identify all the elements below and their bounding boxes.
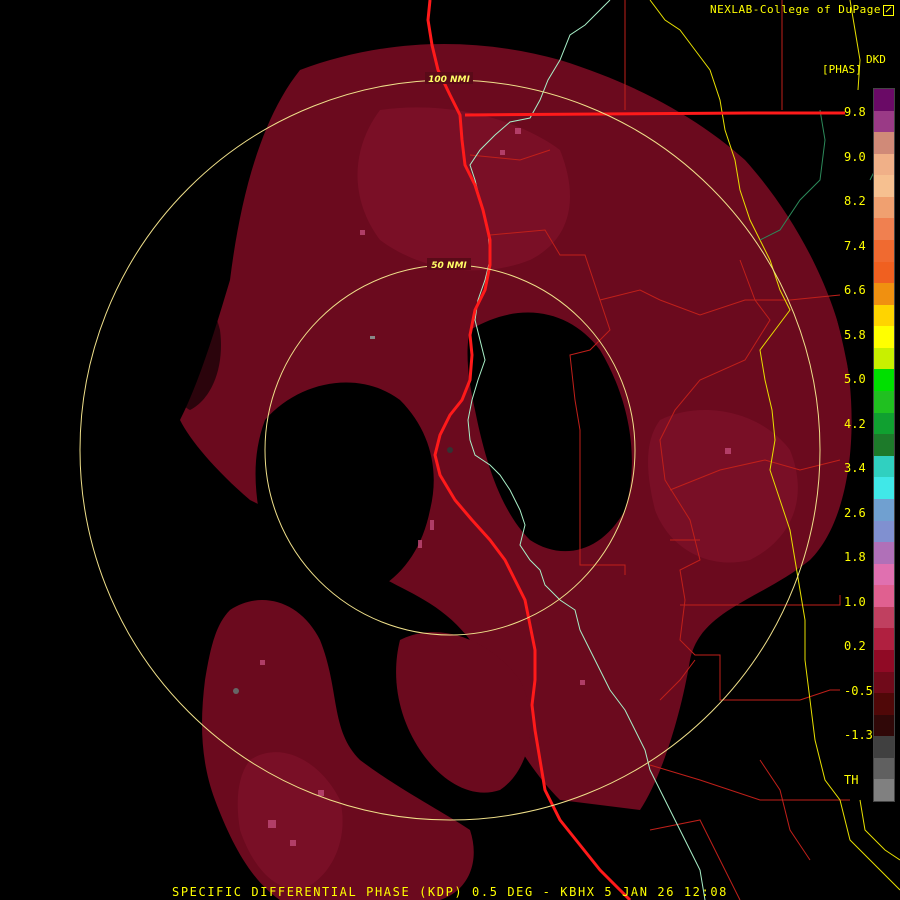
- color-scale-tick-label: 2.6: [844, 505, 866, 520]
- color-scale-segment: [874, 563, 894, 586]
- color-scale-segment: [874, 757, 894, 780]
- legend-unit: [PHAS]: [822, 63, 862, 76]
- color-scale-segment: [874, 498, 894, 521]
- credit-label: NEXLAB-College of DuPage: [710, 3, 894, 16]
- color-scale-segment: [874, 110, 894, 133]
- color-scale-tick-label: 3.4: [844, 461, 866, 475]
- color-scale-tick-label: 5.0: [844, 372, 866, 386]
- color-scale-segment: [874, 261, 894, 284]
- color-scale-segment: [874, 714, 894, 737]
- legend-product-code: DKD: [866, 53, 886, 66]
- color-scale-segment: [874, 153, 894, 176]
- color-scale-bar: [873, 88, 895, 802]
- color-scale-tick-label: 6.6: [844, 283, 866, 297]
- color-scale-segment: [874, 455, 894, 478]
- color-scale-segment: [874, 89, 894, 112]
- color-scale-segment: [874, 542, 894, 565]
- color-scale-tick-label: 7.4: [844, 238, 866, 253]
- color-scale-segment: [874, 304, 894, 327]
- color-scale-segment: [874, 606, 894, 629]
- color-scale-tick-label: 9.8: [844, 105, 866, 119]
- color-scale-tick-label: -0.5: [844, 683, 873, 698]
- color-scale-segment: [874, 779, 894, 802]
- color-scale-segment: [874, 520, 894, 543]
- color-scale-segment: [874, 240, 894, 263]
- range-ring-label-50: 50 NMI: [431, 261, 467, 271]
- color-scale-segment: [874, 196, 894, 219]
- color-scale-tick-label: -1.3: [844, 728, 873, 742]
- color-scale-segment: [874, 585, 894, 608]
- color-scale-segment: [874, 283, 894, 306]
- color-scale-segment: [874, 218, 894, 241]
- color-scale-segment: [874, 477, 894, 500]
- color-scale-tick-label: 0.2: [844, 639, 866, 653]
- color-scale-segment: [874, 671, 894, 694]
- color-scale-tick-label: 8.2: [844, 194, 866, 208]
- color-scale-segment: [874, 628, 894, 651]
- color-scale-segment: [874, 326, 894, 349]
- color-scale-tick-label: 1.8: [844, 550, 866, 564]
- color-scale-tick-label: 9.0: [844, 149, 866, 164]
- product-caption: SPECIFIC DIFFERENTIAL PHASE (KDP) 0.5 DE…: [172, 885, 728, 899]
- color-scale-segment: [874, 412, 894, 435]
- nexlab-logo-icon: [883, 4, 894, 16]
- color-scale-tick-label: 5.8: [844, 327, 866, 342]
- credit-text: NEXLAB-College of DuPage: [710, 3, 881, 16]
- color-scale-segment: [874, 391, 894, 414]
- color-scale-segment: [874, 649, 894, 673]
- range-ring-label-100: 100 NMI: [428, 75, 470, 85]
- color-scale-segment: [874, 175, 894, 198]
- color-scale-tick-label: 1.0: [844, 594, 866, 609]
- color-scale-segment: [874, 132, 894, 155]
- color-scale-tick-label: 4.2: [844, 416, 866, 431]
- color-scale-segment: [874, 693, 894, 716]
- radar-map: 100 NMI 50 NMI: [0, 0, 900, 900]
- color-scale-tick-label: TH: [844, 772, 859, 787]
- color-scale-segment: [874, 347, 894, 370]
- color-scale-segment: [874, 369, 894, 392]
- color-scale-segment: [874, 736, 894, 759]
- color-scale-segment: [874, 434, 894, 457]
